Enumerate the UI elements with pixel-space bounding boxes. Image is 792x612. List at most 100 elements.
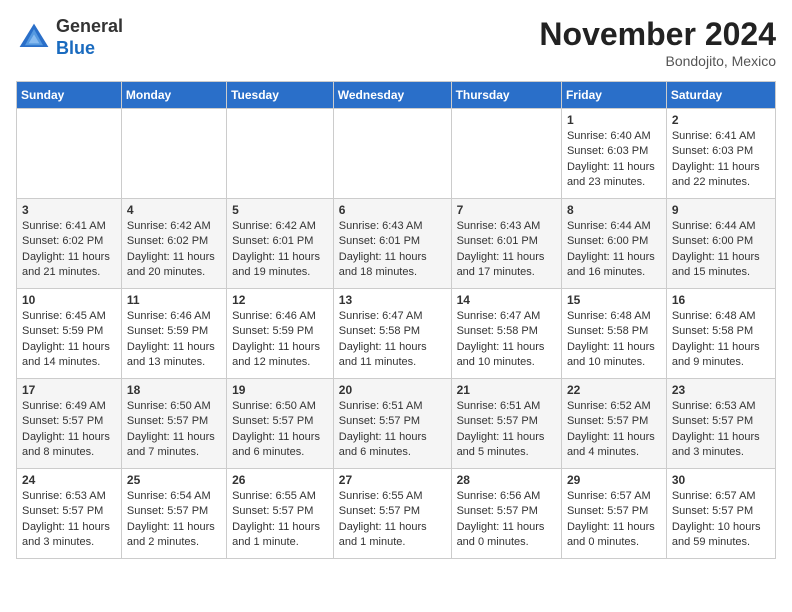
logo-text: General Blue [56,16,123,59]
day-info: Sunrise: 6:44 AM [672,219,770,234]
col-saturday: Saturday [666,82,775,109]
day-info: Daylight: 11 hours and 8 minutes. [22,430,116,461]
day-info: Sunset: 5:57 PM [567,414,661,429]
day-number: 23 [672,383,770,397]
day-info: Sunrise: 6:52 AM [567,399,661,414]
day-info: Sunrise: 6:51 AM [457,399,556,414]
logo: General Blue [16,16,123,59]
calendar-cell: 15Sunrise: 6:48 AMSunset: 5:58 PMDayligh… [561,289,666,379]
day-number: 16 [672,293,770,307]
day-info: Sunset: 5:57 PM [232,414,328,429]
day-info: Daylight: 11 hours and 18 minutes. [339,250,446,281]
day-info: Daylight: 11 hours and 17 minutes. [457,250,556,281]
calendar-cell: 11Sunrise: 6:46 AMSunset: 5:59 PMDayligh… [121,289,226,379]
day-number: 17 [22,383,116,397]
calendar-cell: 1 Sunrise: 6:40 AMSunset: 6:03 PMDaylight… [561,109,666,199]
day-info: Sunset: 6:01 PM [457,234,556,249]
day-info: Sunset: 5:57 PM [339,414,446,429]
day-info: Sunset: 5:57 PM [127,504,221,519]
calendar-cell: 14Sunrise: 6:47 AMSunset: 5:58 PMDayligh… [451,289,561,379]
day-info: Daylight: 11 hours and 15 minutes. [672,250,770,281]
day-info: Sunset: 5:59 PM [232,324,328,339]
day-number: 30 [672,473,770,487]
day-number: 8 [567,203,661,217]
day-info: Sunset: 5:57 PM [672,504,770,519]
day-info: Sunset: 5:57 PM [339,504,446,519]
day-info: Daylight: 10 hours and 59 minutes. [672,520,770,551]
calendar-table: Sunday Monday Tuesday Wednesday Thursday… [16,81,776,559]
calendar-cell [121,109,226,199]
day-info: Sunrise: 6:44 AM [567,219,661,234]
calendar-cell [227,109,334,199]
logo-general: General [56,16,123,36]
day-info: Daylight: 11 hours and 5 minutes. [457,430,556,461]
day-info: Sunrise: 6:57 AM [672,489,770,504]
day-info: Sunrise: 6:50 AM [232,399,328,414]
day-info: Sunset: 6:02 PM [22,234,116,249]
day-info: Sunset: 6:01 PM [232,234,328,249]
calendar-cell: 18Sunrise: 6:50 AMSunset: 5:57 PMDayligh… [121,379,226,469]
col-friday: Friday [561,82,666,109]
calendar-cell: 3Sunrise: 6:41 AMSunset: 6:02 PMDaylight… [17,199,122,289]
day-info: Sunrise: 6:54 AM [127,489,221,504]
calendar-cell [333,109,451,199]
day-info: Sunrise: 6:55 AM [232,489,328,504]
calendar-cell: 30 Sunrise: 6:57 AMSunset: 5:57 PMDayligh… [666,469,775,559]
calendar-cell: 9 Sunrise: 6:44 AMSunset: 6:00 PMDaylight… [666,199,775,289]
day-info: Sunrise: 6:50 AM [127,399,221,414]
calendar-cell: 17Sunrise: 6:49 AMSunset: 5:57 PMDayligh… [17,379,122,469]
day-number: 11 [127,293,221,307]
day-info: Sunrise: 6:43 AM [457,219,556,234]
day-info: Sunrise: 6:48 AM [567,309,661,324]
header-row: Sunday Monday Tuesday Wednesday Thursday… [17,82,776,109]
col-tuesday: Tuesday [227,82,334,109]
calendar-cell: 10Sunrise: 6:45 AMSunset: 5:59 PMDayligh… [17,289,122,379]
day-number: 12 [232,293,328,307]
day-number: 5 [232,203,328,217]
calendar-header: Sunday Monday Tuesday Wednesday Thursday… [17,82,776,109]
day-info: Sunset: 5:59 PM [127,324,221,339]
day-info: Sunset: 6:00 PM [672,234,770,249]
day-number: 2 [672,113,770,127]
day-number: 22 [567,383,661,397]
col-monday: Monday [121,82,226,109]
calendar-cell: 25Sunrise: 6:54 AMSunset: 5:57 PMDayligh… [121,469,226,559]
calendar-cell: 24Sunrise: 6:53 AMSunset: 5:57 PMDayligh… [17,469,122,559]
day-info: Daylight: 11 hours and 23 minutes. [567,160,661,191]
title-block: November 2024 Bondojito, Mexico [539,16,776,69]
day-info: Daylight: 11 hours and 21 minutes. [22,250,116,281]
day-info: Sunset: 5:58 PM [672,324,770,339]
day-info: Daylight: 11 hours and 14 minutes. [22,340,116,371]
day-number: 7 [457,203,556,217]
day-number: 21 [457,383,556,397]
day-number: 14 [457,293,556,307]
day-number: 18 [127,383,221,397]
day-info: Sunset: 5:57 PM [672,414,770,429]
location: Bondojito, Mexico [539,53,776,69]
day-info: Sunset: 5:57 PM [457,414,556,429]
calendar-cell: 27Sunrise: 6:55 AMSunset: 5:57 PMDayligh… [333,469,451,559]
day-info: Sunrise: 6:41 AM [22,219,116,234]
calendar-cell: 5Sunrise: 6:42 AMSunset: 6:01 PMDaylight… [227,199,334,289]
day-info: Daylight: 11 hours and 19 minutes. [232,250,328,281]
day-info: Daylight: 11 hours and 0 minutes. [567,520,661,551]
day-info: Sunset: 6:01 PM [339,234,446,249]
calendar-cell: 26Sunrise: 6:55 AMSunset: 5:57 PMDayligh… [227,469,334,559]
day-info: Sunrise: 6:48 AM [672,309,770,324]
day-info: Sunset: 5:57 PM [22,414,116,429]
day-info: Sunrise: 6:40 AM [567,129,661,144]
day-number: 9 [672,203,770,217]
day-info: Daylight: 11 hours and 16 minutes. [567,250,661,281]
day-info: Sunset: 6:03 PM [567,144,661,159]
day-number: 26 [232,473,328,487]
day-info: Sunset: 5:57 PM [127,414,221,429]
day-info: Daylight: 11 hours and 9 minutes. [672,340,770,371]
day-info: Sunset: 5:57 PM [232,504,328,519]
day-number: 1 [567,113,661,127]
page-header: General Blue November 2024 Bondojito, Me… [16,16,776,69]
day-number: 19 [232,383,328,397]
calendar-week-3: 10Sunrise: 6:45 AMSunset: 5:59 PMDayligh… [17,289,776,379]
day-info: Sunrise: 6:46 AM [232,309,328,324]
calendar-cell: 6Sunrise: 6:43 AMSunset: 6:01 PMDaylight… [333,199,451,289]
calendar-cell: 28Sunrise: 6:56 AMSunset: 5:57 PMDayligh… [451,469,561,559]
